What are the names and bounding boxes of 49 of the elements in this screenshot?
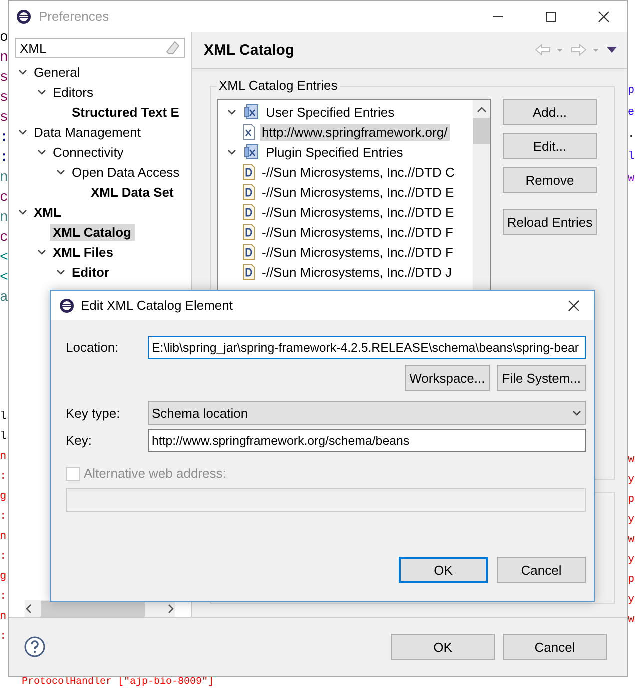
code-text: < (0, 249, 8, 268)
code-text: l (628, 150, 635, 165)
field-label: Key type: (66, 406, 122, 420)
code-text: l (0, 410, 7, 425)
code-text: w (628, 613, 635, 628)
code-text: y (628, 473, 635, 488)
code-text: : (0, 149, 8, 168)
code-text: l (0, 430, 7, 445)
code-text: n (0, 610, 7, 625)
code-text: y (628, 553, 635, 568)
group-label: XML Catalog Entries (217, 78, 340, 93)
code-text: : (0, 630, 7, 645)
code-text: p (628, 573, 635, 588)
code-text: c (0, 189, 8, 208)
page-title: XML Catalog (204, 42, 296, 58)
code-text: y (628, 513, 635, 528)
code-text: c (0, 229, 8, 248)
code-text: p (628, 84, 635, 99)
code-text: : (0, 510, 7, 525)
code-text: a (0, 289, 8, 308)
code-text: s (0, 109, 8, 128)
dialog-title: Edit XML Catalog Element (81, 298, 234, 313)
field-label: Key: (66, 433, 94, 448)
code-text: s (0, 89, 8, 108)
field-label: Location: (66, 340, 120, 355)
code-text: w (628, 172, 635, 187)
code-text: w (628, 533, 635, 548)
code-text: ProtocolHandler ["ajp-bio-8009"] (22, 677, 214, 688)
code-text: w (628, 453, 635, 468)
window-title: Preferences (39, 9, 110, 24)
code-text: s (0, 69, 8, 88)
code-text: : (0, 470, 7, 485)
code-text: : (0, 550, 7, 565)
code-text: e (628, 106, 635, 121)
code-text: n (0, 450, 7, 465)
code-text: n (0, 209, 8, 228)
code-text: g (0, 570, 7, 585)
code-text: o (0, 29, 8, 48)
code-text: y (628, 593, 635, 608)
checkbox-label: Alternative web address: (84, 466, 226, 481)
code-text: n (0, 530, 7, 545)
code-text: : (0, 129, 8, 148)
code-text: p (628, 493, 635, 508)
code-text: g (0, 490, 7, 505)
code-text: n (0, 49, 8, 68)
code-text: < (0, 269, 8, 288)
code-text: . (628, 128, 635, 143)
code-text: : (0, 590, 7, 605)
code-text: n (0, 169, 8, 188)
